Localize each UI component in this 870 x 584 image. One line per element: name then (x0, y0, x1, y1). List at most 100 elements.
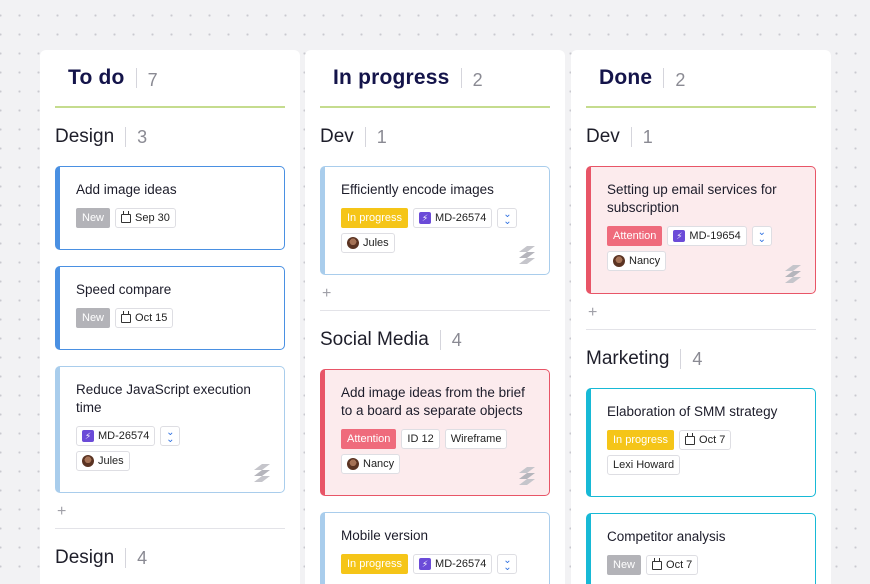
issue-key: MD-26574 (98, 430, 150, 442)
group-title: Marketing (586, 348, 670, 369)
due-date: Sep 30 (135, 212, 170, 224)
card-title: Setting up email services for subscripti… (607, 182, 777, 215)
due-date: Oct 7 (699, 434, 726, 446)
due-date-tag[interactable]: Oct 7 (646, 555, 699, 575)
task-card[interactable]: Reduce JavaScript execution time ⚡ MD-26… (55, 366, 285, 493)
assignee-tag[interactable]: Jules (76, 451, 130, 471)
column-header: Done 2 (586, 50, 816, 108)
card-title: Competitor analysis (607, 529, 726, 544)
divider (439, 330, 441, 350)
status-badge[interactable]: New (607, 555, 642, 575)
assignee-name: Lexi Howard (613, 459, 675, 471)
add-card-button[interactable]: + (586, 304, 816, 330)
column-header: To do 7 (55, 50, 285, 108)
add-card-button[interactable]: + (55, 503, 285, 529)
group-count: 1 (376, 126, 387, 147)
due-date: Oct 7 (666, 559, 693, 571)
column-count: 2 (472, 69, 483, 90)
status-badge[interactable]: Attention (607, 226, 663, 246)
issue-tag[interactable]: ⚡ MD-26574 (413, 208, 493, 228)
group-header[interactable]: Design 3 (55, 108, 285, 166)
avatar (82, 455, 94, 467)
status-badge[interactable]: New (76, 308, 111, 328)
assignee-name: Nancy (629, 255, 661, 267)
avatar (613, 255, 625, 267)
due-date-tag[interactable]: Sep 30 (115, 208, 176, 228)
task-card[interactable]: Setting up email services for subscripti… (586, 166, 816, 294)
calendar-icon (685, 433, 696, 445)
due-date-tag[interactable]: Oct 15 (115, 308, 174, 328)
status-badge[interactable]: In progress (341, 208, 409, 228)
divider (125, 548, 127, 568)
divider (135, 68, 137, 88)
calendar-icon (121, 311, 132, 323)
column-title: Done (599, 66, 653, 89)
issue-key: MD-19654 (689, 230, 741, 242)
priority-lowest-icon[interactable]: ⌄ ⌄ (751, 226, 772, 246)
issue-tag[interactable]: ⚡ MD-26574 (413, 554, 493, 574)
group-header[interactable]: Dev 1 (586, 108, 816, 166)
task-card[interactable]: Efficiently encode images In progress ⚡ … (320, 166, 550, 275)
group-count: 4 (137, 547, 148, 568)
column-header: In progress 2 (320, 50, 550, 108)
group-header[interactable]: Dev 1 (320, 108, 550, 166)
card-title: Mobile version (341, 528, 429, 543)
status-badge[interactable]: In progress (607, 430, 675, 450)
card-title: Efficiently encode images (341, 182, 494, 197)
column-count: 2 (675, 69, 686, 90)
group-title: Social Media (320, 329, 429, 350)
group-header[interactable]: Design 4 (55, 529, 285, 584)
task-card[interactable]: Mobile version In progress ⚡ MD-26574 ⌄ ⌄ (320, 512, 550, 584)
issue-tag[interactable]: ⚡ MD-26574 (76, 426, 156, 446)
divider (364, 127, 366, 147)
status-badge[interactable]: In progress (341, 554, 409, 574)
task-card[interactable]: Competitor analysis New Oct 7 (586, 513, 816, 584)
assignee-tag[interactable]: Nancy (341, 454, 401, 474)
task-card[interactable]: Speed compare New Oct 15 (55, 266, 285, 350)
priority-lowest-icon[interactable]: ⌄ ⌄ (160, 426, 181, 446)
task-card[interactable]: Add image ideas from the brief to a boar… (320, 369, 550, 496)
group-title: Dev (586, 126, 620, 147)
status-badge[interactable]: Attention (341, 429, 397, 449)
issue-tag[interactable]: ⚡ MD-19654 (667, 226, 747, 246)
group-header[interactable]: Social Media 4 (320, 311, 550, 369)
group-title: Design (55, 547, 115, 568)
priority-lowest-icon[interactable]: ⌄ ⌄ (497, 554, 518, 574)
divider (663, 68, 665, 88)
card-title: Speed compare (76, 282, 172, 297)
assignee-tag[interactable]: Nancy (607, 251, 667, 271)
bolt-icon: ⚡ (419, 212, 432, 224)
group-header[interactable]: Marketing 4 (586, 330, 816, 388)
bolt-icon: ⚡ (82, 430, 94, 442)
id-tag[interactable]: ID 12 (401, 429, 440, 449)
card-title: Add image ideas from the brief to a boar… (341, 385, 525, 418)
column-in-progress: In progress 2 Dev 1 Efficiently encode i… (305, 50, 565, 584)
add-card-button[interactable]: + (320, 285, 550, 311)
assignee-tag[interactable]: Jules (341, 233, 395, 253)
type-tag[interactable]: Wireframe (444, 429, 508, 449)
bolt-icon: ⚡ (419, 558, 432, 570)
assignee-name: Jules (98, 455, 124, 467)
assignee-tag[interactable]: Lexi Howard (607, 455, 681, 475)
jira-icon (785, 265, 801, 283)
group-count: 4 (692, 348, 703, 369)
group-count: 1 (642, 126, 653, 147)
task-card[interactable]: Add image ideas New Sep 30 (55, 166, 285, 250)
divider (125, 127, 127, 147)
task-card[interactable]: Elaboration of SMM strategy In progress … (586, 388, 816, 497)
status-badge[interactable]: New (76, 208, 111, 228)
calendar-icon (652, 558, 663, 570)
column-title: To do (68, 66, 125, 89)
divider (680, 349, 682, 369)
due-date-tag[interactable]: Oct 7 (679, 430, 732, 450)
column-title: In progress (333, 66, 450, 89)
bolt-icon: ⚡ (673, 230, 686, 242)
jira-icon (254, 464, 270, 482)
group-title: Design (55, 126, 115, 147)
avatar (347, 458, 359, 470)
group-count: 3 (137, 126, 148, 147)
priority-lowest-icon[interactable]: ⌄ ⌄ (497, 208, 518, 228)
column-count: 7 (147, 69, 158, 90)
issue-key: MD-26574 (435, 212, 487, 224)
assignee-name: Nancy (363, 458, 395, 470)
